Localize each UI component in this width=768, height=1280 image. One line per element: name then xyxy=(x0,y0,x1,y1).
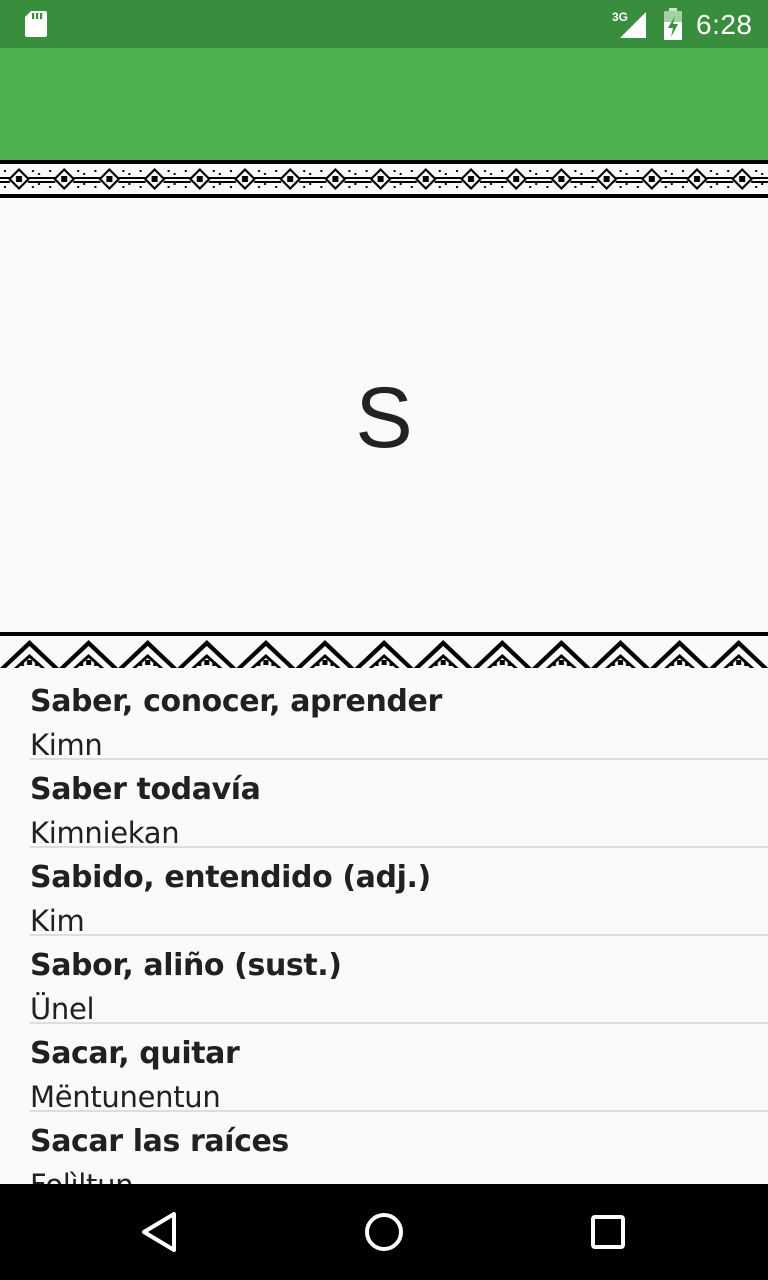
home-icon[interactable] xyxy=(360,1208,408,1256)
word-list[interactable]: Saber, conocer, aprender Kimn Saber toda… xyxy=(0,672,768,1184)
word-translation: Ünel xyxy=(30,992,95,1026)
decorative-border-top xyxy=(0,160,768,198)
word-item[interactable]: Saber todavía Kimniekan xyxy=(30,760,768,850)
section-letter: S xyxy=(355,369,413,466)
word-translation: Mëntunentun xyxy=(30,1080,221,1114)
word-item[interactable]: Sacar las raíces Folìltun xyxy=(30,1112,768,1184)
word-term: Sabor, aliño (sust.) xyxy=(30,948,342,983)
navigation-bar xyxy=(0,1184,768,1280)
word-item[interactable]: Saber, conocer, aprender Kimn xyxy=(30,672,768,762)
decorative-border-bottom xyxy=(0,632,768,672)
status-time: 6:28 xyxy=(696,9,753,40)
battery-icon xyxy=(664,8,682,40)
word-term: Saber todavía xyxy=(30,772,261,807)
status-bar: 3G 6:28 xyxy=(0,0,768,48)
word-term: Saber, conocer, aprender xyxy=(30,684,442,719)
word-item[interactable]: Sabido, entendido (adj.) Kim xyxy=(30,848,768,938)
word-translation: Kimn xyxy=(30,728,103,762)
word-item[interactable]: Sabor, aliño (sust.) Ünel xyxy=(30,936,768,1026)
word-translation: Kimniekan xyxy=(30,816,180,850)
app-bar xyxy=(0,48,768,160)
word-term: Sacar las raíces xyxy=(30,1124,289,1159)
sd-card-icon xyxy=(25,11,47,37)
word-translation: Kim xyxy=(30,904,85,938)
back-icon[interactable] xyxy=(136,1208,184,1256)
letter-header: S xyxy=(0,198,768,632)
signal-icon: 3G xyxy=(612,10,646,38)
recents-icon[interactable] xyxy=(584,1208,632,1256)
word-translation: Folìltun xyxy=(30,1168,134,1184)
word-item[interactable]: Sacar, quitar Mëntunentun xyxy=(30,1024,768,1114)
svg-text:3G: 3G xyxy=(612,10,628,24)
word-term: Sabido, entendido (adj.) xyxy=(30,860,431,895)
word-term: Sacar, quitar xyxy=(30,1036,240,1071)
